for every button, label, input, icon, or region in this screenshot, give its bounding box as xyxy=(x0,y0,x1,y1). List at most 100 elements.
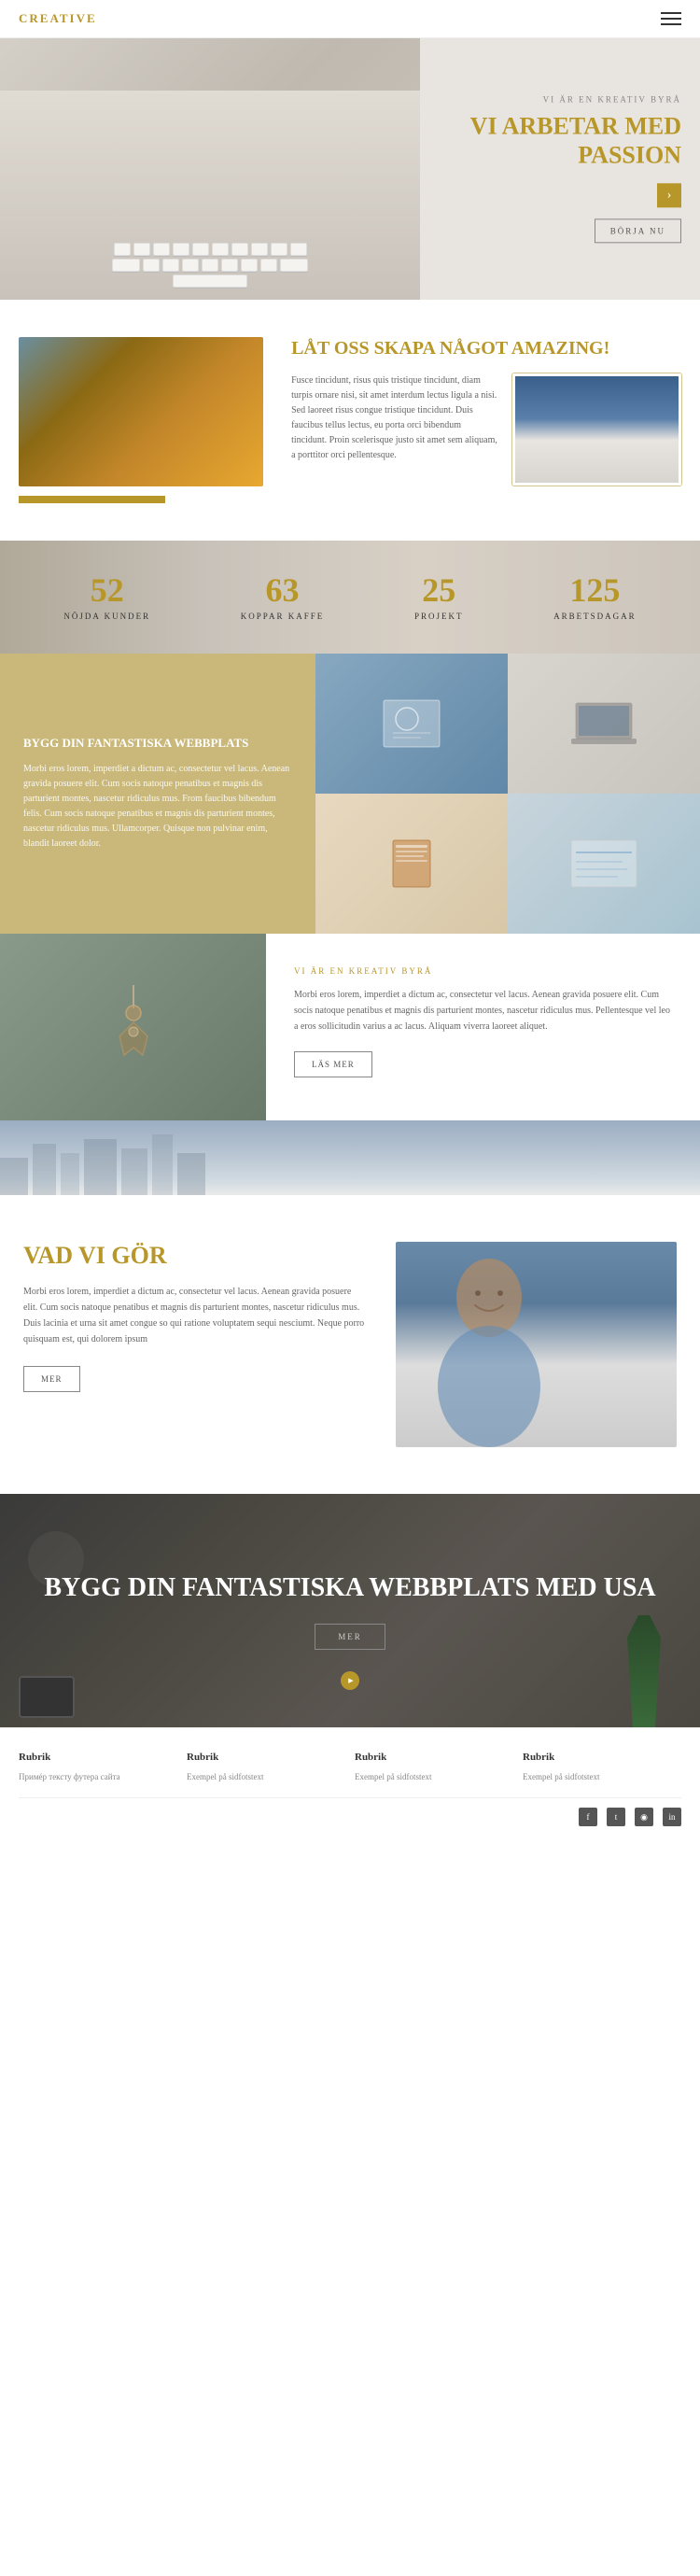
key xyxy=(251,243,268,256)
hero-section: VI ÄR EN KREATIV BYRÅ VI ARBETAR MED PAS… xyxy=(0,38,700,300)
key xyxy=(280,259,308,272)
what-text: Morbi eros lorem, imperdiet a dictum ac,… xyxy=(23,1284,368,1347)
hero-cta-button[interactable]: BÖRJA NU xyxy=(595,219,681,244)
stat-label-4: ARBETSDAGAR xyxy=(553,612,637,621)
build-text: Morbi eros lorem, imperdiet a dictum ac,… xyxy=(23,762,292,852)
hamburger-line-2 xyxy=(661,18,681,20)
pendant-icon xyxy=(96,980,171,1074)
footer-col-text-2: Exempel på sidfotstext xyxy=(187,1770,345,1783)
stat-item-1: 52 NÖJDA KUNDER xyxy=(63,573,150,621)
create-body: Fusce tincidunt, risus quis tristique ti… xyxy=(291,373,681,486)
stat-number-3: 25 xyxy=(414,573,464,607)
create-image-2 xyxy=(512,373,681,486)
hero-background-image xyxy=(0,38,420,300)
key xyxy=(162,259,179,272)
footer-col-title-3: Rubrik xyxy=(355,1752,513,1763)
what-content: VAD VI GÖR Morbi eros lorem, imperdiet a… xyxy=(23,1242,368,1392)
hero-title: VI ARBETAR MED PASSION xyxy=(387,111,681,169)
create-right: LÅT OSS SKAPA NÅGOT AMAZING! Fusce tinci… xyxy=(282,337,681,486)
key xyxy=(212,243,229,256)
what-more-button[interactable]: MER xyxy=(23,1366,80,1392)
footer-bottom: f t ◉ in xyxy=(19,1797,681,1826)
keyboard-visual xyxy=(0,91,420,300)
create-title: LÅT OSS SKAPA NÅGOT AMAZING! xyxy=(291,337,681,359)
stat-number-2: 63 xyxy=(241,573,324,607)
stat-item-2: 63 KOPPAR KAFFE xyxy=(241,573,324,621)
stat-number-1: 52 xyxy=(63,573,150,607)
what-image xyxy=(396,1242,678,1447)
build-image-3 xyxy=(315,794,508,934)
hero2-title: BYGG DIN FANTASTISKA WEBBPLATS MED USA xyxy=(44,1571,655,1605)
key xyxy=(241,259,258,272)
header: CREATIVE xyxy=(0,0,700,38)
stat-item-3: 25 PROJEKT xyxy=(414,573,464,621)
stat-label-1: NÖJDA KUNDER xyxy=(63,612,150,621)
footer-col-title-2: Rubrik xyxy=(187,1752,345,1763)
footer-col-text-1: Примéр тексту футера сайта xyxy=(19,1770,177,1783)
agency-image xyxy=(0,934,266,1120)
hero-subtitle: VI ÄR EN KREATIV BYRÅ xyxy=(387,94,681,104)
key xyxy=(153,243,170,256)
key xyxy=(182,259,199,272)
hamburger-menu[interactable] xyxy=(661,12,681,25)
social-instagram[interactable]: ◉ xyxy=(635,1808,653,1826)
agency-text: Morbi eros lorem, imperdiet a dictum ac,… xyxy=(294,987,672,1035)
build-content: Bygg din fantastiska webbplats Morbi ero… xyxy=(0,654,315,934)
key xyxy=(114,243,131,256)
hero2-cta-button[interactable]: MER xyxy=(315,1624,385,1650)
laptop-screen-image xyxy=(515,376,679,483)
footer-col-text-4: Exempel på sidfotstext xyxy=(523,1770,681,1783)
stats-section: 52 NÖJDA KUNDER 63 KOPPAR KAFFE 25 PROJE… xyxy=(0,541,700,654)
keyboard-row-1 xyxy=(42,243,378,256)
stat-number-4: 125 xyxy=(553,573,637,607)
footer-col-text-3: Exempel på sidfotstext xyxy=(355,1770,513,1783)
footer-col-2: Rubrik Exempel på sidfotstext xyxy=(187,1752,345,1783)
create-text: Fusce tincidunt, risus quis tristique ti… xyxy=(291,373,497,463)
city-skyline xyxy=(0,1120,700,1195)
footer-columns: Rubrik Примéр тексту футера сайта Rubrik… xyxy=(19,1752,681,1783)
section-agency: VI ÄR EN KREATIV BYRÅ Morbi eros lorem, … xyxy=(0,934,700,1120)
hamburger-line-3 xyxy=(661,23,681,25)
footer-col-1: Rubrik Примéр тексту футера сайта xyxy=(19,1752,177,1783)
key xyxy=(260,259,277,272)
social-twitter[interactable]: t xyxy=(607,1808,625,1826)
build-title: Bygg din fantastiska webbplats xyxy=(23,736,292,751)
footer-col-title-4: Rubrik xyxy=(523,1752,681,1763)
agency-content: VI ÄR EN KREATIV BYRÅ Morbi eros lorem, … xyxy=(266,934,700,1120)
hero2-play-button[interactable] xyxy=(341,1671,359,1690)
build-images-grid xyxy=(315,654,700,934)
what-title: VAD VI GÖR xyxy=(23,1242,368,1270)
footer: Rubrik Примéр тексту футера сайта Rubrik… xyxy=(0,1727,700,1840)
build-image-1 xyxy=(315,654,508,794)
social-linkedin[interactable]: in xyxy=(663,1808,681,1826)
person-illustration xyxy=(396,1242,582,1447)
agency-subtitle: VI ÄR EN KREATIV BYRÅ xyxy=(294,966,672,976)
hero-arrow-button[interactable]: › xyxy=(657,184,681,208)
key xyxy=(173,243,189,256)
person-photo xyxy=(396,1242,678,1447)
laptop-icon xyxy=(567,696,641,752)
create-accent-bar xyxy=(19,496,165,503)
hero2-content: BYGG DIN FANTASTISKA WEBBPLATS MED USA M… xyxy=(44,1571,655,1650)
section-what: VAD VI GÖR Morbi eros lorem, imperdiet a… xyxy=(0,1195,700,1494)
stat-label-2: KOPPAR KAFFE xyxy=(241,612,324,621)
key xyxy=(202,259,218,272)
planner-icon xyxy=(374,836,449,892)
logo: CREATIVE xyxy=(19,11,97,26)
footer-col-4: Rubrik Exempel på sidfotstext xyxy=(523,1752,681,1783)
keyboard-rows xyxy=(42,243,378,290)
stat-label-3: PROJEKT xyxy=(414,612,464,621)
key xyxy=(231,243,248,256)
key xyxy=(112,259,140,272)
footer-col-3: Rubrik Exempel på sidfotstext xyxy=(355,1752,513,1783)
key xyxy=(192,243,209,256)
stat-item-4: 125 ARBETSDAGAR xyxy=(553,573,637,621)
key xyxy=(221,259,238,272)
sketches-icon xyxy=(374,696,449,752)
key xyxy=(290,243,307,256)
city-background xyxy=(0,1120,700,1195)
hero2-tablet-decor xyxy=(19,1676,75,1718)
keyboard-row-3 xyxy=(42,274,378,288)
agency-read-more-button[interactable]: LÄS MER xyxy=(294,1051,372,1077)
social-facebook[interactable]: f xyxy=(579,1808,597,1826)
